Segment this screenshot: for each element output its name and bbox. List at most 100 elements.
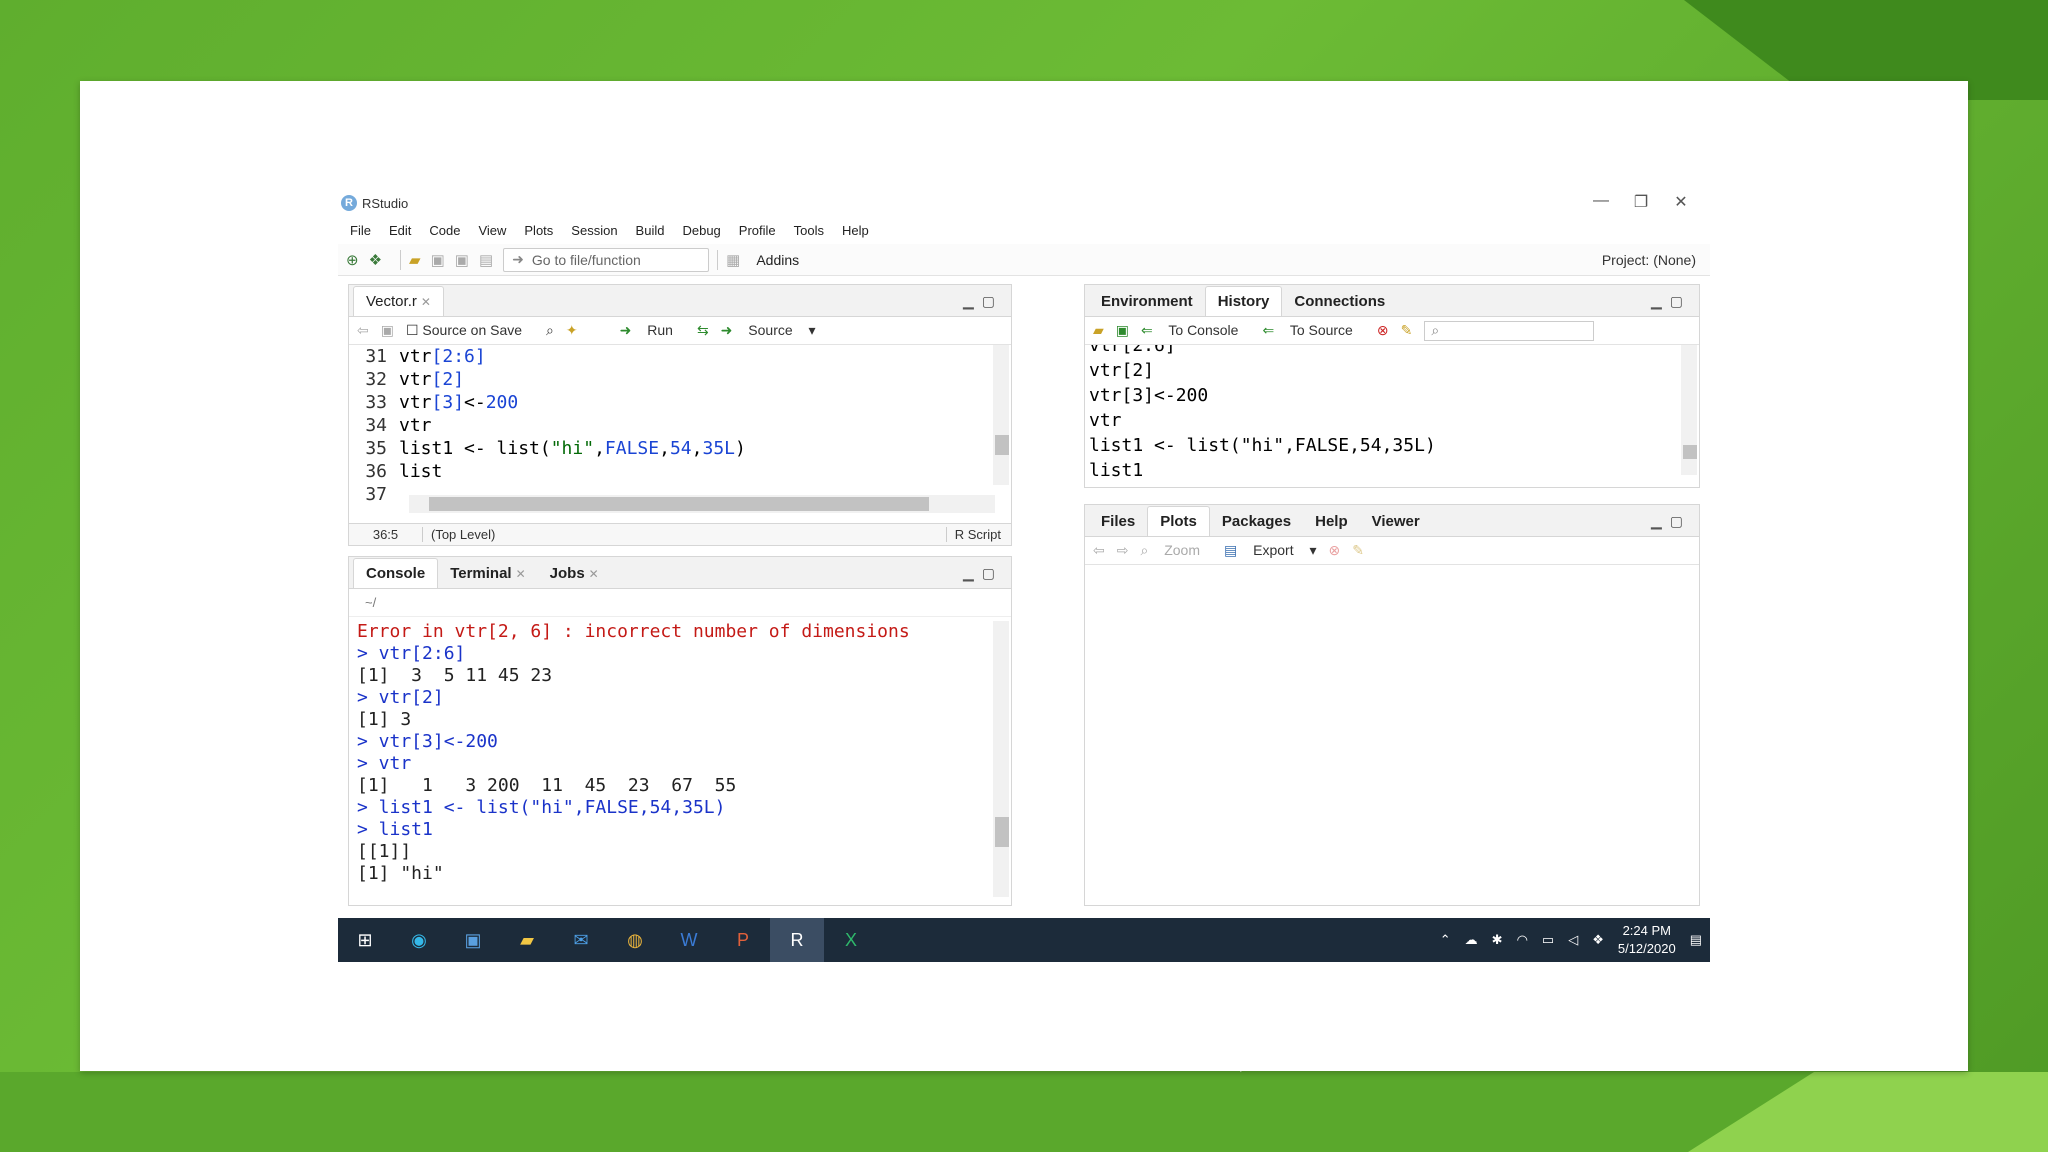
source-on-save-checkbox[interactable]: ☐ Source on Save <box>406 322 534 339</box>
close-tab-icon[interactable]: ✕ <box>589 567 599 581</box>
forward-icon[interactable]: ⇨ <box>1117 542 1129 559</box>
menu-edit[interactable]: Edit <box>389 223 411 238</box>
save-icon[interactable]: ▣ <box>431 251 445 269</box>
dropbox-icon[interactable]: ❖ <box>1592 932 1604 948</box>
scroll-thumb[interactable] <box>995 435 1009 455</box>
store-icon[interactable]: ▣ <box>446 918 500 962</box>
close-tab-icon[interactable]: ✕ <box>516 567 526 581</box>
open-folder-icon[interactable]: ▰ <box>409 251 421 269</box>
run-button[interactable]: ➜ Run <box>620 322 685 339</box>
tab-packages[interactable]: Packages <box>1210 507 1303 536</box>
close-tab-icon[interactable]: ✕ <box>421 295 431 309</box>
battery-icon[interactable]: ▭ <box>1542 932 1554 948</box>
history-item[interactable]: list1 <box>1089 458 1699 483</box>
powerpoint-icon[interactable]: P <box>716 918 770 962</box>
goto-file-input[interactable]: ➜ Go to file/function <box>503 247 710 272</box>
source-button[interactable]: ➜ Source ▾ <box>721 322 816 339</box>
tab-plots[interactable]: Plots <box>1147 506 1210 536</box>
scroll-thumb[interactable] <box>1683 445 1697 459</box>
console-vscrollbar[interactable] <box>993 621 1009 897</box>
tab-console[interactable]: Console <box>353 558 439 588</box>
scroll-thumb[interactable] <box>429 497 929 511</box>
menu-help[interactable]: Help <box>842 223 869 238</box>
to-console-button[interactable]: ⇐ To Console <box>1141 322 1250 339</box>
history-item[interactable]: vtr <box>1089 408 1699 433</box>
remove-icon[interactable]: ⊗ <box>1377 322 1389 339</box>
export-button[interactable]: ▤ Export ▾ <box>1224 542 1317 559</box>
word-icon[interactable]: W <box>662 918 716 962</box>
chevron-up-icon[interactable]: ⌃ <box>1440 932 1451 948</box>
back-icon[interactable]: ⇦ <box>1093 542 1105 559</box>
history-item[interactable]: vtr[2] <box>1089 358 1699 383</box>
tab-help[interactable]: Help <box>1303 507 1360 536</box>
bluetooth-icon[interactable]: ✱ <box>1492 932 1503 948</box>
console-output[interactable]: Error in vtr[2, 6] : incorrect number of… <box>349 617 1011 905</box>
pane-controls-icon[interactable]: ▁▢ <box>1651 513 1691 530</box>
minimize-button[interactable]: — <box>1586 192 1616 210</box>
pane-controls-icon[interactable]: ▁▢ <box>1651 293 1691 310</box>
menu-file[interactable]: File <box>350 223 371 238</box>
clock[interactable]: 2:24 PM 5/12/2020 <box>1618 922 1676 958</box>
history-item[interactable]: vtr[2:6] <box>1089 345 1699 358</box>
scope-selector[interactable]: (Top Level) <box>431 527 495 542</box>
chrome-icon[interactable]: ◍ <box>608 918 662 962</box>
broom-icon[interactable]: ✎ <box>1352 542 1364 559</box>
close-button[interactable]: ✕ <box>1666 192 1696 212</box>
remove-icon[interactable]: ⊗ <box>1329 542 1341 559</box>
editor-hscrollbar[interactable] <box>409 495 995 513</box>
history-search-input[interactable]: ⌕ <box>1424 320 1595 341</box>
history-item[interactable]: vtr[3]<-200 <box>1089 383 1699 408</box>
tab-terminal[interactable]: Terminal ✕ <box>438 559 537 588</box>
pane-controls-icon[interactable]: ▁▢ <box>963 565 1003 582</box>
tab-files[interactable]: Files <box>1089 507 1147 536</box>
filetype-selector[interactable]: R Script <box>945 527 1001 542</box>
menu-tools[interactable]: Tools <box>794 223 824 238</box>
file-explorer-icon[interactable]: ▰ <box>500 918 554 962</box>
addins-menu[interactable]: Addins <box>756 252 799 268</box>
back-icon[interactable]: ⇦ <box>357 322 369 339</box>
tab-environment[interactable]: Environment <box>1089 287 1205 316</box>
save-icon[interactable]: ▣ <box>1116 322 1129 339</box>
cloud-icon[interactable]: ☁ <box>1465 932 1478 948</box>
save-icon[interactable]: ▣ <box>381 322 394 339</box>
history-list[interactable]: vtr[2:6] vtr[2] vtr[3]<-200 vtr list1 <-… <box>1085 345 1699 485</box>
grid-layout-icon[interactable]: ▦ <box>726 251 740 269</box>
project-menu[interactable]: Project: (None) <box>1602 252 1696 268</box>
menu-build[interactable]: Build <box>636 223 665 238</box>
notification-icon[interactable]: ▤ <box>1690 932 1702 948</box>
history-vscrollbar[interactable] <box>1681 345 1697 475</box>
menu-profile[interactable]: Profile <box>739 223 776 238</box>
tab-history[interactable]: History <box>1204 286 1283 316</box>
scroll-thumb[interactable] <box>995 817 1009 847</box>
tab-connections[interactable]: Connections <box>1282 287 1397 316</box>
editor-vscrollbar[interactable] <box>993 345 1009 485</box>
tab-viewer[interactable]: Viewer <box>1360 507 1432 536</box>
excel-icon[interactable]: X <box>824 918 878 962</box>
restore-button[interactable]: ❐ <box>1626 192 1656 212</box>
start-icon[interactable]: ⊞ <box>338 918 392 962</box>
new-file-icon[interactable]: ⊕ <box>346 251 359 269</box>
to-source-button[interactable]: ⇐ To Source <box>1262 322 1364 339</box>
broom-icon[interactable]: ✎ <box>1401 322 1413 339</box>
pane-controls-icon[interactable]: ▁▢ <box>963 293 1003 310</box>
menu-code[interactable]: Code <box>429 223 460 238</box>
code-area[interactable]: 31 vtr[2:6] 32 vtr[2] 33 vtr[3]<-200 34 vtr … <box>349 345 1011 517</box>
menu-debug[interactable]: Debug <box>682 223 720 238</box>
open-folder-icon[interactable]: ▰ <box>1093 322 1104 339</box>
mail-icon[interactable]: ✉ <box>554 918 608 962</box>
menu-session[interactable]: Session <box>571 223 617 238</box>
search-icon[interactable]: ⌕ <box>546 322 554 339</box>
tab-vector-r[interactable]: Vector.r ✕ <box>353 286 444 316</box>
volume-icon[interactable]: ◁ <box>1568 932 1578 948</box>
menu-view[interactable]: View <box>478 223 506 238</box>
history-item[interactable]: list1 <- list("hi",FALSE,54,35L) <box>1089 433 1699 458</box>
rstudio-taskbar-icon[interactable]: R <box>770 918 824 962</box>
new-project-icon[interactable]: ❖ <box>369 251 382 269</box>
wifi-icon[interactable]: ◠ <box>1517 932 1528 948</box>
zoom-button[interactable]: ⌕ Zoom <box>1140 542 1212 559</box>
menu-plots[interactable]: Plots <box>524 223 553 238</box>
wand-icon[interactable]: ✦ <box>566 322 578 339</box>
edge-icon[interactable]: ◉ <box>392 918 446 962</box>
rerun-icon[interactable]: ⇆ <box>697 322 709 339</box>
save-all-icon[interactable]: ▣ <box>455 251 469 269</box>
